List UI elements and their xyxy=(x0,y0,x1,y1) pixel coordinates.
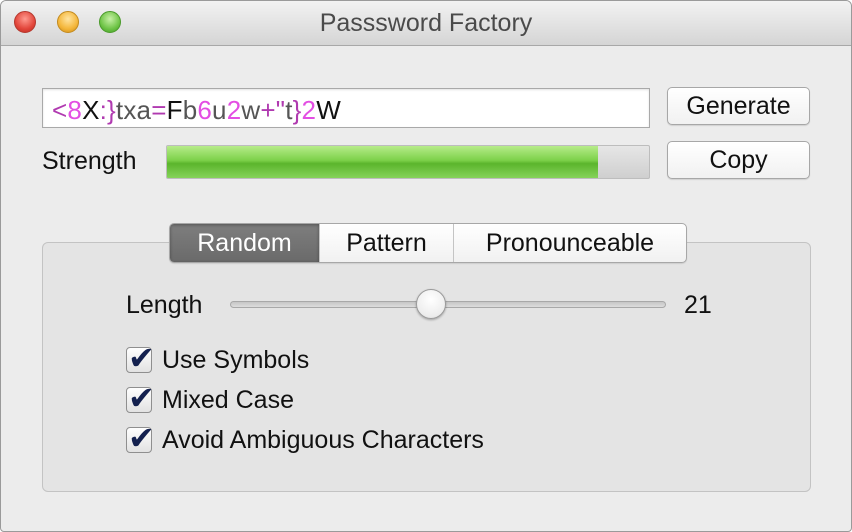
password-segment: 2 xyxy=(226,95,242,125)
password-text[interactable]: <8X:}txa=Fb6u2w+"t}2W xyxy=(52,95,341,126)
password-segment: W xyxy=(316,95,341,125)
password-segment: } xyxy=(292,95,302,125)
title-bar[interactable]: Passsword Factory xyxy=(1,1,851,46)
strength-label: Strength xyxy=(42,147,137,175)
password-segment: F xyxy=(166,95,183,125)
option-avoid-ambiguous[interactable]: ✔ Avoid Ambiguous Characters xyxy=(126,419,484,457)
password-segment: 2 xyxy=(301,95,317,125)
length-value: 21 xyxy=(684,291,712,319)
password-segment: = xyxy=(151,95,167,125)
length-slider-track[interactable] xyxy=(230,301,666,308)
checkmark-icon: ✔ xyxy=(128,379,155,417)
password-segment: +" xyxy=(260,95,286,125)
password-output-field[interactable]: <8X:}txa=Fb6u2w+"t}2W xyxy=(42,88,650,128)
generate-button[interactable]: Generate xyxy=(667,87,810,125)
password-segment: u xyxy=(212,95,227,125)
strength-meter xyxy=(166,145,650,179)
password-segment: t xyxy=(285,95,293,125)
option-mixed-case[interactable]: ✔ Mixed Case xyxy=(126,379,294,417)
avoid-ambiguous-label[interactable]: Avoid Ambiguous Characters xyxy=(162,426,484,455)
mixed-case-label[interactable]: Mixed Case xyxy=(162,386,294,415)
strength-meter-fill xyxy=(167,146,598,178)
option-use-symbols[interactable]: ✔ Use Symbols xyxy=(126,339,309,377)
use-symbols-label[interactable]: Use Symbols xyxy=(162,346,309,375)
window-title: Passsword Factory xyxy=(319,9,533,37)
password-segment: :} xyxy=(99,95,116,125)
tab-pattern[interactable]: Pattern xyxy=(320,224,454,262)
password-segment: < xyxy=(52,95,68,125)
avoid-ambiguous-checkbox[interactable]: ✔ xyxy=(126,419,155,457)
length-label: Length xyxy=(126,291,203,319)
copy-button[interactable]: Copy xyxy=(667,141,810,179)
password-segment: txa xyxy=(115,95,152,125)
password-segment: X xyxy=(82,95,100,125)
tab-random[interactable]: Random xyxy=(170,224,320,262)
length-slider-knob[interactable] xyxy=(415,289,446,319)
checkmark-icon: ✔ xyxy=(128,419,155,457)
password-segment: b xyxy=(182,95,198,125)
checkmark-icon: ✔ xyxy=(128,339,155,377)
app-window: Passsword Factory <8X:}txa=Fb6u2w+"t}2W … xyxy=(0,0,852,532)
mode-segmented-control: Random Pattern Pronounceable xyxy=(169,223,687,263)
password-segment: w xyxy=(241,95,261,125)
password-segment: 8 xyxy=(67,95,83,125)
tab-pronounceable[interactable]: Pronounceable xyxy=(454,224,686,262)
mixed-case-checkbox[interactable]: ✔ xyxy=(126,379,155,417)
password-segment: 6 xyxy=(197,95,213,125)
use-symbols-checkbox[interactable]: ✔ xyxy=(126,339,155,377)
